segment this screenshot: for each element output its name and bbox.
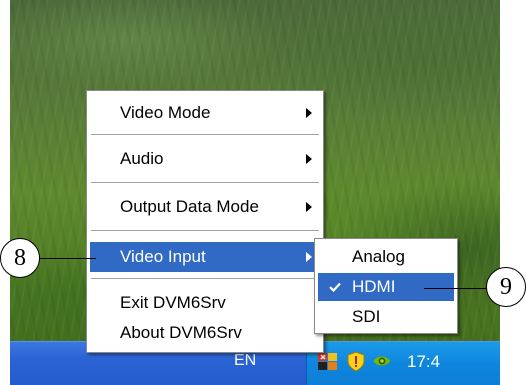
nvidia-icon[interactable] bbox=[371, 350, 393, 372]
menu-separator bbox=[91, 278, 319, 280]
menu-item-exit[interactable]: Exit DVM6Srv bbox=[90, 288, 320, 318]
checkmark-icon bbox=[329, 282, 341, 293]
menu-item-label: Video Input bbox=[120, 247, 206, 266]
system-tray: 17:4 bbox=[306, 342, 500, 385]
submenu-item-sdi[interactable]: SDI bbox=[318, 303, 454, 331]
menu-item-video-input[interactable]: Video Input bbox=[90, 242, 320, 272]
menu-separator bbox=[91, 230, 319, 232]
menu-separator bbox=[91, 134, 319, 136]
menu-separator bbox=[91, 182, 319, 184]
submenu-item-label: Analog bbox=[352, 247, 405, 266]
submenu-item-label: HDMI bbox=[352, 277, 396, 296]
chevron-right-icon bbox=[306, 252, 312, 262]
menu-item-audio[interactable]: Audio bbox=[90, 144, 320, 174]
submenu-item-label: SDI bbox=[352, 307, 381, 326]
chevron-right-icon bbox=[306, 108, 312, 118]
submenu-item-hdmi[interactable]: HDMI bbox=[318, 273, 454, 301]
app-icon[interactable] bbox=[317, 350, 339, 372]
callout-number: 9 bbox=[486, 267, 526, 307]
callout-number: 8 bbox=[0, 238, 40, 278]
clock[interactable]: 17:4 bbox=[407, 352, 440, 372]
video-input-submenu: Analog HDMI SDI bbox=[314, 238, 458, 334]
menu-item-about[interactable]: About DVM6Srv bbox=[90, 318, 320, 348]
context-menu: Video Mode Audio Output Data Mode Video … bbox=[86, 90, 324, 353]
menu-item-label: About DVM6Srv bbox=[120, 323, 242, 342]
menu-item-output-data-mode[interactable]: Output Data Mode bbox=[90, 192, 320, 222]
menu-item-video-mode[interactable]: Video Mode bbox=[90, 98, 320, 128]
language-indicator[interactable]: EN bbox=[234, 352, 256, 370]
callout-leader-line bbox=[424, 288, 486, 289]
menu-item-label: Output Data Mode bbox=[120, 197, 259, 216]
callout-label: 9 bbox=[500, 273, 512, 300]
menu-item-label: Audio bbox=[120, 149, 164, 168]
menu-item-label: Exit DVM6Srv bbox=[120, 293, 226, 312]
callout-label: 8 bbox=[14, 244, 26, 271]
security-shield-icon[interactable] bbox=[345, 350, 367, 372]
chevron-right-icon bbox=[306, 154, 312, 164]
submenu-item-analog[interactable]: Analog bbox=[318, 243, 454, 271]
callout-leader-line bbox=[40, 258, 96, 259]
menu-item-label: Video Mode bbox=[120, 103, 211, 122]
chevron-right-icon bbox=[306, 202, 312, 212]
